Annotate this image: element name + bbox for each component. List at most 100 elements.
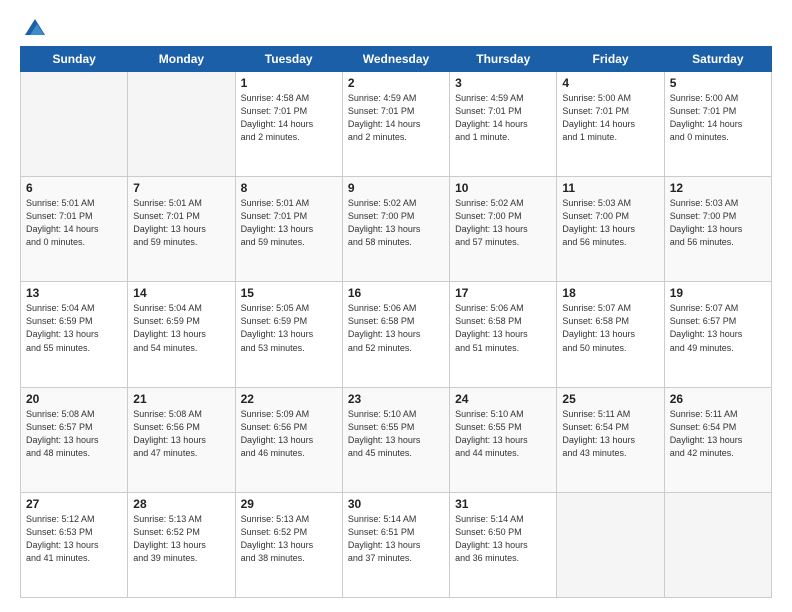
calendar-day-cell: 7 Sunrise: 5:01 AM Sunset: 7:01 PM Daylig… <box>128 177 235 282</box>
calendar-day-cell: 14Sunrise: 5:04 AM Sunset: 6:59 PM Dayli… <box>128 282 235 387</box>
calendar-day-cell: 15 Sunrise: 5:05 AM Sunset: 6:59 PM Dayli… <box>235 282 342 387</box>
calendar-day-cell: 4 Sunrise: 5:00 AM Sunset: 7:01 PM Daylig… <box>557 72 664 177</box>
day-info: Sunrise: 5:00 AM Sunset: 7:01 PM Dayligh… <box>670 92 767 144</box>
day-info: Sunrise: 5:10 AM Sunset: 6:55 PM Dayligh… <box>455 408 552 460</box>
day-number: 25 <box>562 392 659 406</box>
day-number: 12 <box>670 181 767 195</box>
day-number: 2 <box>348 76 445 90</box>
day-info: Sunrise: 5:06 AM Sunset: 6:58 PM Dayligh… <box>348 302 445 354</box>
calendar-day-cell: 6Sunrise: 5:01 AM Sunset: 7:01 PM Daylig… <box>21 177 128 282</box>
logo <box>20 18 46 36</box>
day-number: 22 <box>241 392 338 406</box>
day-info: Sunrise: 4:58 AM Sunset: 7:01 PM Dayligh… <box>241 92 338 144</box>
weekday-header-sunday: Sunday <box>21 47 128 72</box>
day-info: Sunrise: 5:01 AM Sunset: 7:01 PM Dayligh… <box>241 197 338 249</box>
calendar-day-cell: 24 Sunrise: 5:10 AM Sunset: 6:55 PM Dayli… <box>450 387 557 492</box>
calendar-day-cell <box>128 72 235 177</box>
day-number: 16 <box>348 286 445 300</box>
calendar-day-cell: 8 Sunrise: 5:01 AM Sunset: 7:01 PM Daylig… <box>235 177 342 282</box>
day-number: 18 <box>562 286 659 300</box>
day-number: 23 <box>348 392 445 406</box>
calendar-day-cell: 20Sunrise: 5:08 AM Sunset: 6:57 PM Dayli… <box>21 387 128 492</box>
day-info: Sunrise: 5:03 AM Sunset: 7:00 PM Dayligh… <box>670 197 767 249</box>
calendar-week-row: 1 Sunrise: 4:58 AM Sunset: 7:01 PM Daylig… <box>21 72 772 177</box>
weekday-header-thursday: Thursday <box>450 47 557 72</box>
weekday-header-tuesday: Tuesday <box>235 47 342 72</box>
calendar-day-cell: 27 Sunrise: 5:12 AM Sunset: 6:53 PM Dayli… <box>21 492 128 597</box>
calendar-day-cell: 16 Sunrise: 5:06 AM Sunset: 6:58 PM Dayli… <box>342 282 449 387</box>
calendar-page: SundayMondayTuesdayWednesdayThursdayFrid… <box>0 0 792 612</box>
calendar-day-cell: 28 Sunrise: 5:13 AM Sunset: 6:52 PM Dayli… <box>128 492 235 597</box>
day-info: Sunrise: 5:00 AM Sunset: 7:01 PM Dayligh… <box>562 92 659 144</box>
weekday-header-monday: Monday <box>128 47 235 72</box>
calendar-week-row: 20Sunrise: 5:08 AM Sunset: 6:57 PM Dayli… <box>21 387 772 492</box>
day-number: 1 <box>241 76 338 90</box>
calendar-day-cell: 1 Sunrise: 4:58 AM Sunset: 7:01 PM Daylig… <box>235 72 342 177</box>
day-number: 17 <box>455 286 552 300</box>
day-number: 30 <box>348 497 445 511</box>
header <box>20 18 772 36</box>
day-info: Sunrise: 5:08 AM Sunset: 6:56 PM Dayligh… <box>133 408 230 460</box>
day-info: Sunrise: 5:14 AM Sunset: 6:50 PM Dayligh… <box>455 513 552 565</box>
day-info: Sunrise: 5:04 AM Sunset: 6:59 PM Dayligh… <box>26 302 123 354</box>
day-info: Sunrise: 5:02 AM Sunset: 7:00 PM Dayligh… <box>348 197 445 249</box>
day-info: Sunrise: 4:59 AM Sunset: 7:01 PM Dayligh… <box>455 92 552 144</box>
day-number: 15 <box>241 286 338 300</box>
day-number: 5 <box>670 76 767 90</box>
calendar-day-cell: 29Sunrise: 5:13 AM Sunset: 6:52 PM Dayli… <box>235 492 342 597</box>
calendar-day-cell: 18 Sunrise: 5:07 AM Sunset: 6:58 PM Dayli… <box>557 282 664 387</box>
day-info: Sunrise: 5:01 AM Sunset: 7:01 PM Dayligh… <box>133 197 230 249</box>
day-number: 27 <box>26 497 123 511</box>
calendar-day-cell: 2 Sunrise: 4:59 AM Sunset: 7:01 PM Daylig… <box>342 72 449 177</box>
day-number: 3 <box>455 76 552 90</box>
day-info: Sunrise: 5:11 AM Sunset: 6:54 PM Dayligh… <box>670 408 767 460</box>
weekday-header-row: SundayMondayTuesdayWednesdayThursdayFrid… <box>21 47 772 72</box>
calendar-week-row: 6Sunrise: 5:01 AM Sunset: 7:01 PM Daylig… <box>21 177 772 282</box>
day-info: Sunrise: 5:04 AM Sunset: 6:59 PM Dayligh… <box>133 302 230 354</box>
calendar-day-cell: 12 Sunrise: 5:03 AM Sunset: 7:00 PM Dayli… <box>664 177 771 282</box>
calendar-day-cell: 10Sunrise: 5:02 AM Sunset: 7:00 PM Dayli… <box>450 177 557 282</box>
calendar-day-cell: 19 Sunrise: 5:07 AM Sunset: 6:57 PM Dayli… <box>664 282 771 387</box>
day-number: 19 <box>670 286 767 300</box>
calendar-day-cell: 25 Sunrise: 5:11 AM Sunset: 6:54 PM Dayli… <box>557 387 664 492</box>
calendar-day-cell: 9Sunrise: 5:02 AM Sunset: 7:00 PM Daylig… <box>342 177 449 282</box>
day-info: Sunrise: 5:05 AM Sunset: 6:59 PM Dayligh… <box>241 302 338 354</box>
day-number: 28 <box>133 497 230 511</box>
day-number: 13 <box>26 286 123 300</box>
calendar-day-cell: 31 Sunrise: 5:14 AM Sunset: 6:50 PM Dayli… <box>450 492 557 597</box>
day-number: 10 <box>455 181 552 195</box>
day-info: Sunrise: 5:09 AM Sunset: 6:56 PM Dayligh… <box>241 408 338 460</box>
day-info: Sunrise: 5:13 AM Sunset: 6:52 PM Dayligh… <box>133 513 230 565</box>
calendar-day-cell: 30Sunrise: 5:14 AM Sunset: 6:51 PM Dayli… <box>342 492 449 597</box>
calendar-week-row: 13 Sunrise: 5:04 AM Sunset: 6:59 PM Dayli… <box>21 282 772 387</box>
calendar-day-cell: 3 Sunrise: 4:59 AM Sunset: 7:01 PM Daylig… <box>450 72 557 177</box>
calendar-day-cell <box>664 492 771 597</box>
day-info: Sunrise: 5:03 AM Sunset: 7:00 PM Dayligh… <box>562 197 659 249</box>
day-number: 7 <box>133 181 230 195</box>
day-info: Sunrise: 5:11 AM Sunset: 6:54 PM Dayligh… <box>562 408 659 460</box>
day-number: 21 <box>133 392 230 406</box>
weekday-header-wednesday: Wednesday <box>342 47 449 72</box>
day-number: 24 <box>455 392 552 406</box>
day-info: Sunrise: 4:59 AM Sunset: 7:01 PM Dayligh… <box>348 92 445 144</box>
day-info: Sunrise: 5:10 AM Sunset: 6:55 PM Dayligh… <box>348 408 445 460</box>
day-number: 8 <box>241 181 338 195</box>
day-info: Sunrise: 5:01 AM Sunset: 7:01 PM Dayligh… <box>26 197 123 249</box>
day-info: Sunrise: 5:07 AM Sunset: 6:57 PM Dayligh… <box>670 302 767 354</box>
calendar-day-cell: 21 Sunrise: 5:08 AM Sunset: 6:56 PM Dayli… <box>128 387 235 492</box>
day-info: Sunrise: 5:12 AM Sunset: 6:53 PM Dayligh… <box>26 513 123 565</box>
day-number: 26 <box>670 392 767 406</box>
calendar-day-cell: 17 Sunrise: 5:06 AM Sunset: 6:58 PM Dayli… <box>450 282 557 387</box>
calendar-table: SundayMondayTuesdayWednesdayThursdayFrid… <box>20 46 772 598</box>
day-info: Sunrise: 5:07 AM Sunset: 6:58 PM Dayligh… <box>562 302 659 354</box>
calendar-day-cell: 13 Sunrise: 5:04 AM Sunset: 6:59 PM Dayli… <box>21 282 128 387</box>
weekday-header-friday: Friday <box>557 47 664 72</box>
calendar-day-cell: 22 Sunrise: 5:09 AM Sunset: 6:56 PM Dayli… <box>235 387 342 492</box>
calendar-week-row: 27 Sunrise: 5:12 AM Sunset: 6:53 PM Dayli… <box>21 492 772 597</box>
day-number: 31 <box>455 497 552 511</box>
weekday-header-saturday: Saturday <box>664 47 771 72</box>
day-info: Sunrise: 5:06 AM Sunset: 6:58 PM Dayligh… <box>455 302 552 354</box>
day-number: 20 <box>26 392 123 406</box>
day-info: Sunrise: 5:13 AM Sunset: 6:52 PM Dayligh… <box>241 513 338 565</box>
day-number: 4 <box>562 76 659 90</box>
